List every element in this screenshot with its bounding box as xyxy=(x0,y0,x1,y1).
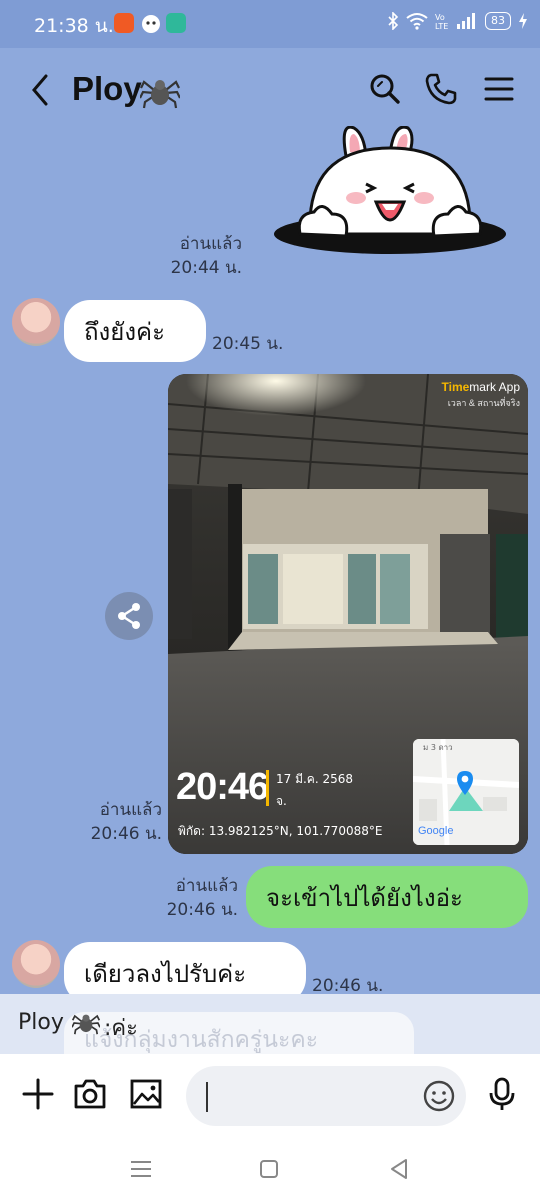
cony-bunny-sticker[interactable] xyxy=(270,126,510,266)
signal-icon xyxy=(457,13,475,29)
message-meta: อ่านแล้ว 20:44 น. xyxy=(150,232,242,280)
read-receipt: อ่านแล้ว xyxy=(99,800,162,820)
chat-header: Ploy xyxy=(0,48,540,134)
timemark-time: 20:46 xyxy=(176,766,269,808)
menu-icon[interactable] xyxy=(482,72,516,106)
read-receipt: อ่านแล้ว xyxy=(175,876,238,896)
timemark-date-text: 17 มี.ค. 2568 xyxy=(276,772,354,786)
message-meta: อ่านแล้ว 20:46 น. xyxy=(150,874,238,922)
chat-title[interactable]: Ploy xyxy=(72,70,142,108)
map-label: ม 3 ดาว xyxy=(423,743,453,752)
avatar[interactable] xyxy=(12,298,60,346)
spider-emoji xyxy=(140,80,180,109)
timemark-divider xyxy=(266,770,269,806)
message-time: 20:46 น. xyxy=(90,824,162,844)
share-button[interactable] xyxy=(105,592,153,640)
charging-icon xyxy=(519,13,527,29)
message-meta: อ่านแล้ว 20:46 น. xyxy=(76,798,162,846)
photo-message[interactable]: Timemark App เวลา & สถานที่จริง 20:46 17… xyxy=(168,374,528,854)
camera-icon[interactable] xyxy=(72,1076,108,1112)
message-preview-bar[interactable]: แจ้งกลุ่มงานสักครู่นะคะ Ploy :ค่ะ xyxy=(0,994,540,1054)
read-receipt: อ่านแล้ว xyxy=(179,234,242,254)
message-bubble[interactable]: ถึงยังค่ะ xyxy=(64,300,206,362)
preview-text: :ค่ะ xyxy=(104,1016,138,1041)
recent-apps-icon[interactable] xyxy=(128,1156,154,1182)
share-icon xyxy=(118,603,140,629)
svg-text:LTE: LTE xyxy=(435,22,448,30)
google-logo: Google xyxy=(418,825,454,837)
message-text: จะเข้าไปได้ยังไงอ่ะ xyxy=(266,883,463,912)
message-input[interactable] xyxy=(186,1066,466,1126)
message-text: ถึงยังค่ะ xyxy=(84,317,165,346)
shopee-app-icon xyxy=(114,13,134,33)
timemark-brand: Timemark App เวลา & สถานที่จริง xyxy=(442,380,521,410)
wifi-icon xyxy=(406,13,428,30)
mini-map: ม 3 ดาว Google xyxy=(413,739,519,845)
timemark-brand-accent: Time xyxy=(441,380,470,394)
timemark-subtitle: เวลา & สถานที่จริง xyxy=(447,398,520,408)
svg-text:Vo: Vo xyxy=(435,13,445,22)
status-bar: 21:38 น. Vo LTE 83 xyxy=(0,0,540,48)
call-icon[interactable] xyxy=(424,72,458,106)
composer-bar xyxy=(0,1054,540,1140)
message-time: 20:46 น. xyxy=(166,900,238,920)
status-indicators: Vo LTE 83 xyxy=(387,12,528,30)
gear-app-icon xyxy=(166,13,186,33)
emoji-icon[interactable] xyxy=(422,1079,456,1113)
image-icon[interactable] xyxy=(128,1076,164,1112)
timemark-coordinates: พิกัด: 13.982125°N, 101.770088°E xyxy=(178,824,383,838)
message-text: เดียวลงไปรับค่ะ xyxy=(84,959,247,988)
message-list[interactable]: อ่านแล้ว 20:44 น. ถึงยังค่ะ 20:45 น. อ่า… xyxy=(0,126,540,1004)
preview-sender: Ploy xyxy=(18,1010,64,1035)
back-nav-icon[interactable] xyxy=(386,1156,412,1182)
message-time: 20:45 น. xyxy=(212,334,284,354)
back-icon[interactable] xyxy=(26,72,56,108)
message-time: 20:44 น. xyxy=(170,258,242,278)
timemark-brand-rest: mark App xyxy=(469,380,520,394)
bluetooth-icon xyxy=(388,12,399,30)
message-bubble[interactable]: จะเข้าไปได้ยังไงอ่ะ xyxy=(246,866,528,928)
status-time: 21:38 น. xyxy=(34,15,114,37)
system-nav-bar xyxy=(0,1140,540,1200)
search-icon[interactable] xyxy=(368,72,402,106)
home-icon[interactable] xyxy=(256,1156,282,1182)
character-app-icon xyxy=(140,13,160,33)
timemark-weekday: จ. xyxy=(276,794,287,808)
volte-icon: VoLTE xyxy=(435,13,448,30)
avatar[interactable] xyxy=(12,940,60,988)
text-caret xyxy=(206,1082,208,1112)
microphone-icon[interactable] xyxy=(484,1076,520,1112)
battery-icon: 83 xyxy=(485,12,511,30)
timemark-date: 17 มี.ค. 2568 จ. xyxy=(276,768,353,812)
spider-emoji xyxy=(72,1014,100,1035)
plus-icon[interactable] xyxy=(20,1076,56,1112)
